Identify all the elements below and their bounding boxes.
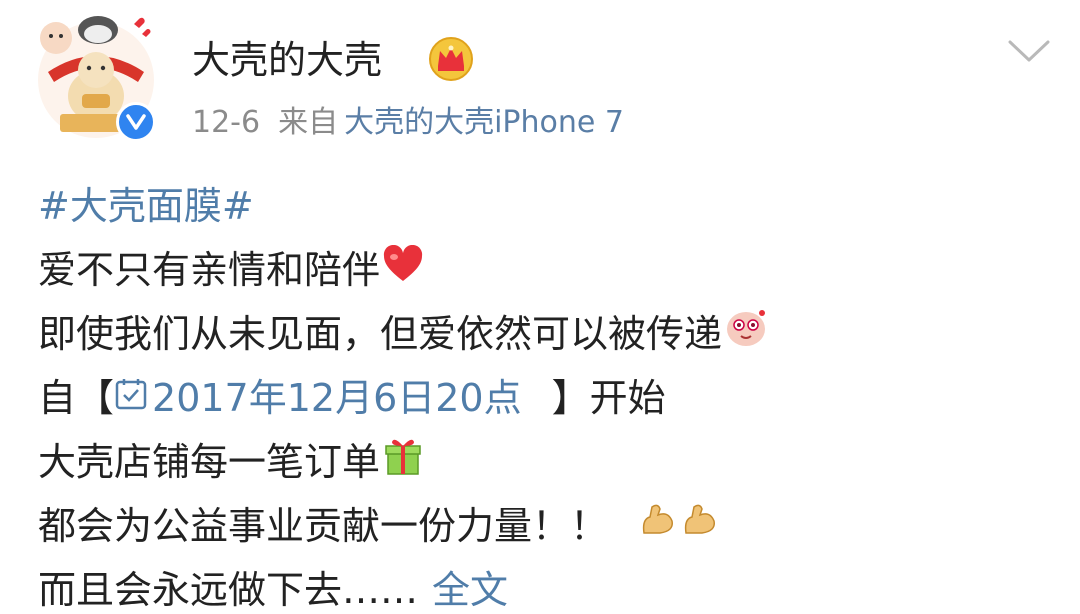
source-link[interactable]: 大壳的大壳iPhone 7 bbox=[344, 105, 624, 140]
username[interactable]: 大壳的大壳 bbox=[192, 32, 382, 88]
event-date-text: 2017年12月6日20点 bbox=[152, 376, 522, 420]
strong-arm-icon bbox=[680, 498, 720, 554]
event-date-link[interactable]: 2017年12月6日20点 bbox=[114, 370, 522, 426]
cute-face-icon bbox=[724, 305, 768, 364]
hashtag-link[interactable]: #大壳面膜# bbox=[38, 178, 254, 234]
post-line-4: 大壳店铺每一笔订单 bbox=[38, 440, 381, 484]
post-meta: 12-6 来自 大壳的大壳iPhone 7 bbox=[192, 100, 624, 146]
full-text-link[interactable]: 全文 bbox=[432, 562, 508, 614]
verified-badge-icon bbox=[116, 102, 156, 142]
post-line-2: 即使我们从未见面，但爱依然可以被传递 bbox=[38, 312, 723, 356]
heart-icon bbox=[382, 242, 424, 298]
strong-arm-icon bbox=[638, 498, 678, 554]
post-line-6: 而且会永远做下去…… bbox=[38, 568, 419, 612]
post-date: 12-6 bbox=[192, 105, 261, 140]
post-body: #大壳面膜# 爱不只有亲情和陪伴 即使我们从未见面，但爱依然可以被传递 自【 2… bbox=[38, 174, 1068, 614]
post-line-1: 爱不只有亲情和陪伴 bbox=[38, 248, 381, 292]
weibo-post: 大壳的大壳 12-6 来自 大壳的大壳iPhone 7 #大壳面膜# 爱不只有亲情和… bbox=[0, 0, 1080, 614]
gift-icon bbox=[382, 434, 424, 491]
post-line-5: 都会为公益事业贡献一份力量！！ bbox=[38, 504, 609, 548]
from-label: 来自 bbox=[278, 105, 339, 140]
calendar-check-icon bbox=[114, 370, 148, 426]
post-line-3-suffix: 】开始 bbox=[551, 376, 666, 420]
post-line-3-prefix: 自【 bbox=[38, 376, 115, 420]
crown-icon bbox=[428, 36, 474, 82]
chevron-down-icon[interactable] bbox=[1006, 36, 1052, 66]
